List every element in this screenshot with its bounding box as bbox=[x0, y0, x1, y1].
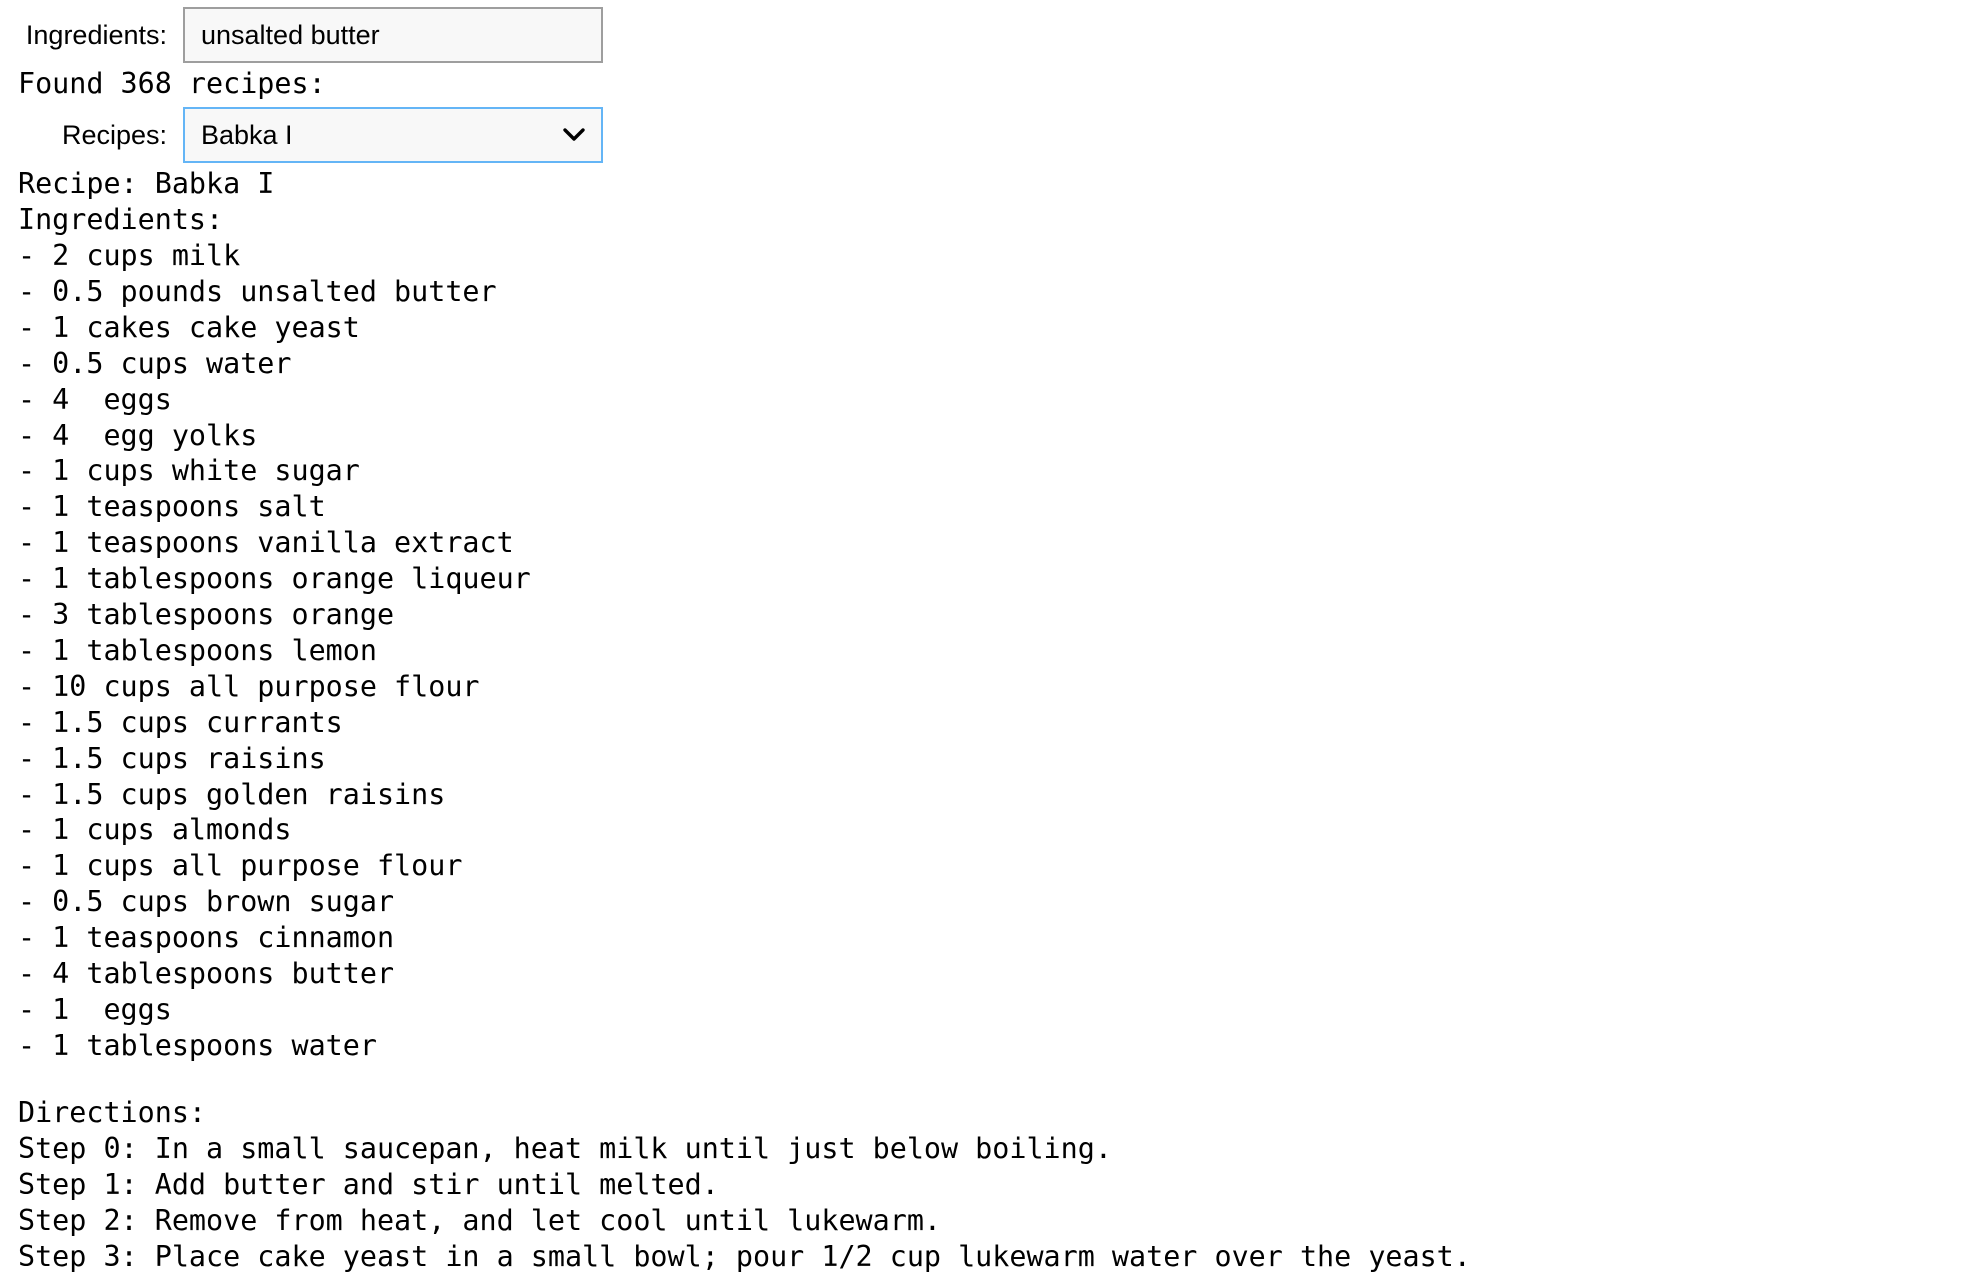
ingredient-line: - 1 teaspoons salt bbox=[18, 490, 326, 524]
ingredient-line: - 2 cups milk bbox=[18, 239, 241, 272]
recipes-label: Recipes: bbox=[61, 119, 167, 150]
direction-step: Step 0: In a small saucepan, heat milk u… bbox=[18, 1132, 1112, 1165]
direction-step: Step 2: Remove from heat, and let cool u… bbox=[18, 1203, 942, 1237]
ingredient-line: - 1 cups all purpose flour bbox=[18, 849, 463, 883]
ingredient-line: - 0.5 cups water bbox=[18, 346, 292, 380]
ingredient-line: - 1 cups white sugar bbox=[18, 454, 360, 488]
ingredient-line: - 4 eggs bbox=[18, 382, 172, 416]
direction-step: Step 1: Add butter and stir until melted… bbox=[18, 1167, 719, 1201]
ingredient-line: - 1 tablespoons lemon bbox=[18, 633, 377, 667]
ingredients-input[interactable] bbox=[183, 7, 603, 63]
chevron-down-icon bbox=[561, 122, 587, 148]
ingredients-input-row: Ingredients: bbox=[0, 7, 603, 63]
ingredient-line: - 0.5 cups brown sugar bbox=[18, 885, 395, 919]
ingredient-line: - 10 cups all purpose flour bbox=[18, 669, 480, 703]
ingredients-label: Ingredients: bbox=[25, 19, 167, 50]
ingredient-line: - 1.5 cups currants bbox=[18, 705, 343, 739]
ingredient-line: - 1 cups almonds bbox=[18, 813, 292, 847]
ingredient-line: - 1 cakes cake yeast bbox=[18, 310, 360, 344]
ingredient-line: - 0.5 pounds unsalted butter bbox=[18, 274, 497, 308]
recipes-dropdown-value: Babka I bbox=[201, 119, 293, 150]
ingredient-line: - 1 teaspoons vanilla extract bbox=[18, 526, 514, 560]
ingredient-line: - 3 tablespoons orange bbox=[18, 598, 395, 631]
ingredient-line: - 1 eggs bbox=[18, 992, 172, 1026]
direction-step: Step 3: Place cake yeast in a small bowl… bbox=[18, 1239, 1471, 1273]
ingredient-line: - 1 tablespoons water bbox=[18, 1028, 377, 1062]
ingredient-line: - 4 tablespoons butter bbox=[18, 957, 395, 990]
recipes-select-row: Recipes: Babka I bbox=[0, 107, 603, 163]
ingredient-line: - 1 teaspoons cinnamon bbox=[18, 921, 395, 955]
ingredient-line: - 1.5 cups golden raisins bbox=[18, 777, 446, 811]
found-recipes-text: Found 368 recipes: bbox=[18, 67, 326, 100]
ingredients-header: Ingredients: bbox=[18, 203, 224, 236]
ingredient-line: - 1.5 cups raisins bbox=[18, 741, 326, 775]
directions-header: Directions: bbox=[18, 1096, 207, 1129]
ingredient-line: - 4 egg yolks bbox=[18, 418, 258, 452]
recipe-title: Recipe: Babka I bbox=[18, 167, 275, 200]
ingredient-line: - 1 tablespoons orange liqueur bbox=[18, 562, 531, 596]
recipes-dropdown[interactable]: Babka I bbox=[183, 107, 603, 163]
